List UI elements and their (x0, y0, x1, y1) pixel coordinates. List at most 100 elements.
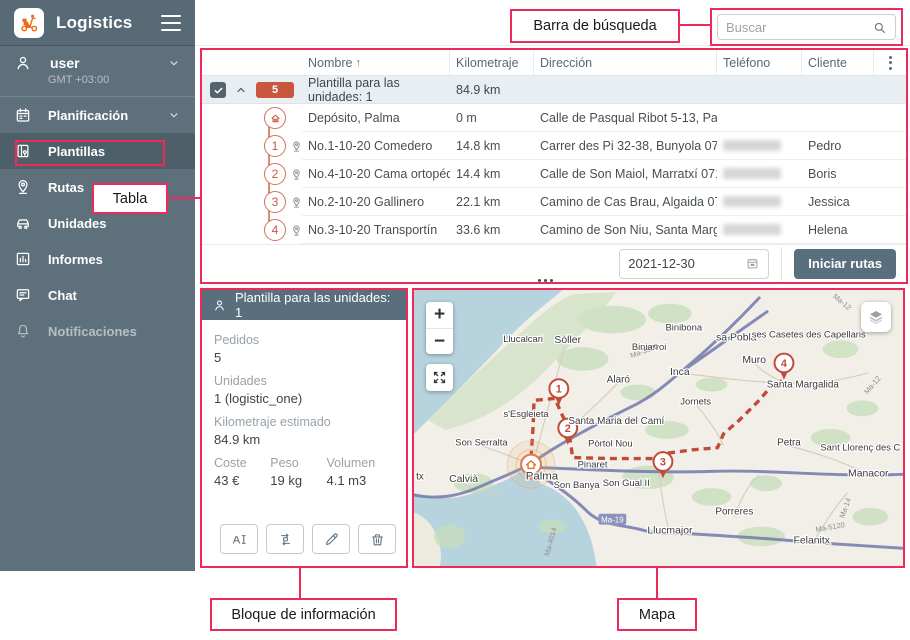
map-place-label: Binibona (665, 321, 702, 332)
map-place-label: Son Serralta (455, 437, 508, 448)
info-field-value: 84.9 km (214, 432, 261, 447)
app-window: Logistics user GMT +03:00 Planificación P… (0, 0, 910, 640)
delete-button[interactable] (358, 524, 396, 554)
reassign-unit-icon (280, 533, 290, 545)
sidebar-user-section[interactable]: user GMT +03:00 (0, 46, 195, 97)
map-place-label: Pinaret (578, 458, 608, 469)
date-picker[interactable] (619, 248, 770, 279)
cell-telefono (717, 104, 802, 132)
cell-cliente: Boris (802, 160, 874, 188)
map-place-label: Jornets (680, 395, 711, 406)
map-layers-button[interactable] (861, 302, 891, 332)
date-input[interactable] (628, 256, 746, 271)
zoom-in-button[interactable]: + (426, 302, 453, 328)
panel-splitter-handle[interactable] (538, 279, 553, 282)
svg-text:1: 1 (556, 384, 562, 396)
search-field[interactable] (717, 14, 896, 40)
search-icon[interactable] (872, 20, 887, 35)
table-menu-icon[interactable] (885, 52, 896, 74)
column-header-teléfono[interactable]: Teléfono (717, 50, 802, 75)
table-rows: Depósito, Palma 0 m Calle de Pasqual Ribot… (202, 104, 906, 244)
column-menu (874, 50, 906, 75)
map-place-label: sa Pobla (716, 332, 757, 343)
cell-telefono (717, 188, 802, 216)
stop-marker-3: 3 (264, 191, 286, 213)
collapse-chevron-icon[interactable] (235, 84, 247, 96)
cell-telefono (717, 160, 802, 188)
map-canvas[interactable]: 1234 Llucalcari SóllerBinibonaBiniarroisa… (414, 290, 903, 566)
home-icon (270, 114, 280, 122)
sidebar-item-notificaciones[interactable]: Notificaciones (0, 313, 195, 349)
start-routes-button[interactable]: Iniciar rutas (794, 248, 896, 279)
map-place-label: Santa Margalida (767, 380, 840, 391)
header-controls (202, 50, 302, 75)
metric-label: Peso (270, 456, 299, 470)
info-field-label: Kilometraje estimado (214, 415, 331, 429)
table-row[interactable]: 4 No.3-10-20 Transportín 33.6 km Camino de … (202, 216, 906, 244)
map-place-label: ses Casetes des Capellans (752, 328, 866, 339)
info-block: Plantilla para las unidades: 1 Pedidos 5… (200, 288, 408, 568)
map-place-label: Petra (777, 438, 801, 449)
map-place-label: Llucmajor (647, 525, 693, 536)
sidebar-item-plantillas[interactable]: Plantillas (0, 133, 195, 169)
route-pin-icon (18, 179, 28, 195)
column-header-cliente[interactable]: Cliente (802, 50, 874, 75)
map-place-label: Son Banya (554, 479, 601, 490)
metric-label: Volumen (326, 456, 376, 470)
info-block-title: Plantilla para las unidades: 1 (235, 290, 391, 320)
column-header-nombre[interactable]: Nombre ↑ (302, 50, 450, 75)
menu-toggle-icon[interactable] (161, 14, 181, 31)
search-input[interactable] (726, 19, 872, 35)
routes-table: Nombre ↑ Kilometraje Dirección Teléfono Clien… (200, 48, 908, 284)
zoom-out-button[interactable]: − (426, 328, 453, 354)
sort-asc-icon[interactable]: ↑ (355, 57, 361, 69)
stop-marker-1: 1 (264, 135, 286, 157)
chevron-down-icon (170, 113, 178, 118)
map[interactable]: 1234 Llucalcari Sóller Binibona Biniarroi sa… (412, 288, 905, 568)
info-field-label: Unidades (214, 374, 267, 388)
metric-label: Coste (214, 456, 247, 470)
column-header-kilometraje[interactable]: Kilometraje (450, 50, 534, 75)
metric-value: 43 € (214, 473, 240, 488)
map-place-label: Sóller (554, 335, 581, 346)
cell-nombre: No.4-10-20 Cama ortopédica (302, 160, 450, 188)
cell-kilometraje: 0 m (450, 104, 534, 132)
cell-cliente: Helena (802, 216, 874, 244)
stop-marker-4: 4 (264, 219, 286, 241)
reassign-unit-button[interactable] (266, 524, 304, 554)
info-field-label: Pedidos (214, 333, 260, 347)
template-user-icon (215, 299, 224, 310)
search-annotation-outline (710, 8, 903, 46)
table-row[interactable]: 2 No.4-10-20 Cama ortopédica14.4 kmCalle … (202, 160, 906, 188)
map-place-label: s'Esgleieta (503, 408, 549, 419)
rename-button[interactable] (220, 524, 258, 554)
sidebar-item-informes[interactable]: Informes (0, 241, 195, 277)
map-place-label: Inca (670, 367, 690, 378)
cell-kilometraje: 14.4 km (450, 160, 534, 188)
chat-icon (16, 289, 30, 302)
svg-text:Ma-19: Ma-19 (601, 516, 624, 525)
cell-direccion: Camino de Son Niu, Santa Margalid... (534, 216, 717, 244)
phone-redacted (723, 168, 781, 179)
table-group-row[interactable]: 5 Plantilla para las unidades: 1 84.9 km (202, 76, 906, 104)
map-fullscreen-button[interactable] (426, 364, 453, 391)
sidebar-item-planificacion[interactable]: Planificación (0, 97, 195, 133)
bell-icon (17, 324, 29, 338)
annotation-table-line (168, 197, 200, 199)
sidebar-item-chat[interactable]: Chat (0, 277, 195, 313)
map-place-label: Alaró (607, 375, 631, 386)
cell-direccion: Carrer des Pi 32-38, Bunyola 07110,... (534, 132, 717, 160)
table-row[interactable]: Depósito, Palma 0 m Calle de Pasqual Ribot… (202, 104, 906, 132)
app-logo (14, 7, 44, 38)
check-icon (214, 87, 222, 94)
edit-button[interactable] (312, 524, 350, 554)
table-row[interactable]: 1 No.1-10-20 Comedero 14.8 km Carrer des Pi… (202, 132, 906, 160)
group-checkbox[interactable] (210, 82, 226, 98)
annotation-map-label: Mapa (617, 598, 697, 631)
table-row[interactable]: 3 No.2-10-20 Gallinero 22.1 km Camino de Ca… (202, 188, 906, 216)
annotation-info-line (299, 568, 301, 598)
map-place-label: Felanitx (794, 535, 831, 546)
calendar-icon[interactable] (745, 256, 760, 271)
column-header-dirección[interactable]: Dirección (534, 50, 717, 75)
sidebar-item-label: Notificaciones (48, 323, 137, 339)
